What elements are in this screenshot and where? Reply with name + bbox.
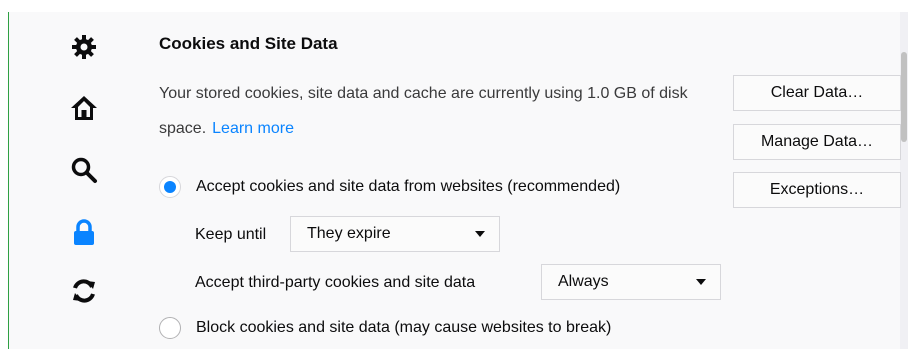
manage-data-button[interactable]: Manage Data… <box>733 124 901 160</box>
keep-until-select[interactable]: They expire <box>290 216 500 252</box>
accept-cookies-option[interactable]: Accept cookies and site data from websit… <box>159 176 620 198</box>
clear-data-button[interactable]: Clear Data… <box>733 75 901 111</box>
search-icon <box>71 157 97 183</box>
third-party-label: Accept third-party cookies and site data <box>195 274 476 291</box>
accept-cookies-radio[interactable] <box>159 176 181 198</box>
sidebar-item-home[interactable] <box>68 92 100 124</box>
exceptions-button[interactable]: Exceptions… <box>733 172 901 208</box>
third-party-select[interactable]: Always <box>541 264 721 300</box>
learn-more-link[interactable]: Learn more <box>212 120 294 137</box>
sync-icon <box>73 279 95 303</box>
lock-icon <box>74 219 94 245</box>
chevron-down-icon <box>696 279 706 285</box>
scrollbar-thumb[interactable] <box>901 52 907 142</box>
accept-cookies-label: Accept cookies and site data from websit… <box>196 178 621 195</box>
sidebar-item-search[interactable] <box>68 154 100 186</box>
gear-icon <box>72 35 96 59</box>
storage-description: Your stored cookies, site data and cache… <box>159 76 729 146</box>
scrollbar[interactable] <box>900 12 908 349</box>
third-party-value: Always <box>558 273 609 290</box>
block-cookies-label: Block cookies and site data (may cause w… <box>196 319 612 336</box>
chevron-down-icon <box>475 231 485 237</box>
block-cookies-option[interactable]: Block cookies and site data (may cause w… <box>159 317 611 339</box>
home-icon <box>71 96 97 120</box>
block-cookies-radio[interactable] <box>159 317 181 339</box>
sidebar-item-general[interactable] <box>68 31 100 63</box>
sidebar-item-sync[interactable] <box>68 275 100 307</box>
keep-until-label: Keep until <box>195 226 267 243</box>
sidebar-item-privacy[interactable] <box>68 217 100 249</box>
section-title: Cookies and Site Data <box>159 34 338 53</box>
top-strip <box>0 0 908 12</box>
keep-until-value: They expire <box>307 225 391 242</box>
